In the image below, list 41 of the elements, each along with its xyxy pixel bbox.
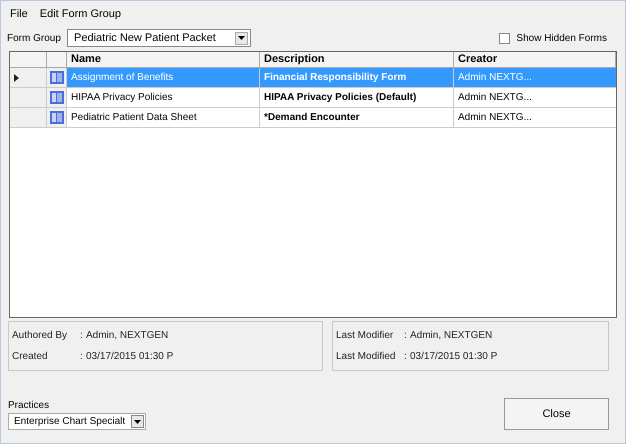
- table-cell-text: Pediatric Patient Data Sheet: [71, 111, 197, 125]
- info-label: Last Modifier: [336, 329, 394, 343]
- form-icon: [50, 91, 64, 104]
- form-icon: [50, 111, 64, 124]
- caret-icon: [238, 36, 245, 40]
- column-header[interactable]: Creator: [454, 52, 616, 67]
- info-value: 03/17/2015 01:30 P: [86, 350, 174, 364]
- table-cell-text: Assignment of Benefits: [71, 71, 174, 85]
- separator-colon: :: [404, 350, 408, 364]
- checkbox-label: Show Hidden Forms: [516, 32, 607, 46]
- table-cell-text: Admin NEXTG...: [458, 91, 532, 105]
- info-value: Admin, NEXTGEN: [410, 329, 492, 343]
- form-group-dropdown[interactable]: Pediatric New Patient Packet: [67, 29, 251, 47]
- menu-item[interactable]: Edit Form Group: [40, 6, 122, 22]
- table-row[interactable]: HIPAA Privacy Policies HIPAA Privacy Policies (Default) Admin NEXTG...: [10, 88, 616, 108]
- table-cell-text: HIPAA Privacy Policies: [71, 91, 173, 105]
- caret-icon: [134, 420, 141, 424]
- separator-colon: :: [404, 329, 408, 343]
- form-icon: [50, 71, 64, 84]
- practices-label: Practices: [8, 399, 50, 413]
- info-label: Last Modified: [336, 350, 396, 364]
- separator-colon: :: [80, 350, 84, 364]
- table-cell-text: Admin NEXTG...: [458, 71, 532, 85]
- table-cell-text: Admin NEXTG...: [458, 111, 532, 125]
- practices-dropdown[interactable]: Enterprise Chart Specialt: [8, 413, 146, 430]
- row-pointer-icon: [14, 74, 19, 82]
- table-row[interactable]: Pediatric Patient Data Sheet *Demand Encounter Admin NEXTG...: [10, 108, 616, 128]
- table-cell-text: Financial Responsibility Form: [264, 71, 406, 85]
- table-cell-text: HIPAA Privacy Policies (Default): [264, 91, 416, 105]
- info-label: Created: [12, 350, 49, 364]
- table-cell-text: *Demand Encounter: [264, 111, 360, 125]
- close-button[interactable]: Close: [504, 398, 609, 430]
- info-value: 03/17/2015 01:30 P: [410, 350, 498, 364]
- form-group-label: Form Group: [7, 32, 62, 46]
- info-value: Admin, NEXTGEN: [86, 329, 168, 343]
- checkbox[interactable]: [499, 32, 510, 44]
- separator-colon: :: [80, 329, 84, 343]
- menu-item[interactable]: File: [10, 6, 28, 22]
- info-label: Authored By: [12, 329, 68, 343]
- column-header[interactable]: Name: [67, 52, 260, 67]
- column-header[interactable]: Description: [260, 52, 454, 67]
